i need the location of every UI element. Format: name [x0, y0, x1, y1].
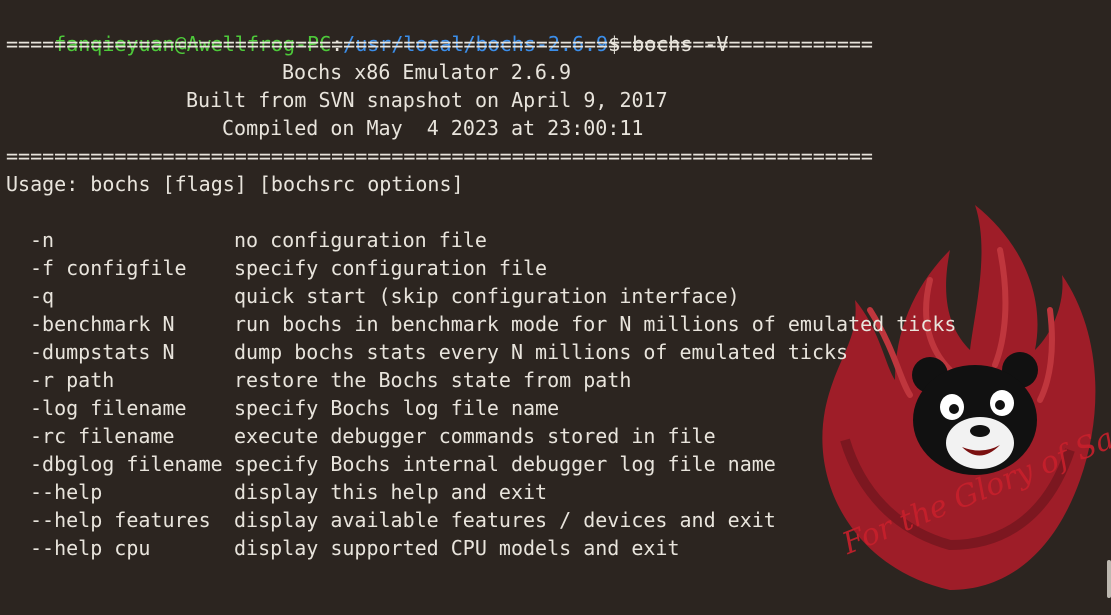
banner-title: Bochs x86 Emulator 2.6.9: [282, 60, 571, 84]
option-flag: -q: [30, 284, 55, 308]
option-row: -log filename specify Bochs log file name: [6, 394, 1006, 422]
option-description: display supported CPU models and exit: [234, 536, 680, 560]
option-description: quick start (skip configuration interfac…: [234, 284, 740, 308]
option-flag: -n: [30, 228, 55, 252]
option-row: --help display this help and exit: [6, 478, 1006, 506]
option-description: no configuration file: [234, 228, 487, 252]
banner-rule-top: ========================================…: [6, 32, 873, 56]
option-flag: -r path: [30, 368, 115, 392]
option-row: -rc filename execute debugger commands st…: [6, 422, 1006, 450]
option-flag: -rc filename: [30, 424, 175, 448]
option-description: execute debugger commands stored in file: [234, 424, 716, 448]
usage-line: Usage: bochs [flags] [bochsrc options]: [6, 172, 464, 196]
option-description: restore the Bochs state from path: [234, 368, 632, 392]
shell-prompt-line: fanqieyuan@Awellfrog-PC:/usr/local/bochs…: [6, 2, 728, 56]
option-row: -r path restore the Bochs state from path: [6, 366, 1006, 394]
banner-build: Built from SVN snapshot on April 9, 2017: [186, 88, 668, 112]
option-row: -benchmark N run bochs in benchmark mode …: [6, 310, 1006, 338]
option-row: -q quick start (skip configuration interf…: [6, 282, 1006, 310]
option-flag: -f configfile: [30, 256, 187, 280]
option-flag: --help features: [30, 508, 211, 532]
option-flag: --help cpu: [30, 536, 151, 560]
banner-compiled: Compiled on May 4 2023 at 23:00:11: [222, 116, 644, 140]
option-description: specify Bochs log file name: [234, 396, 560, 420]
scrollbar-thumb[interactable]: [1107, 560, 1111, 598]
banner-rule-bottom: ========================================…: [6, 144, 873, 168]
option-flag: --help: [30, 480, 103, 504]
option-description: specify Bochs internal debugger log file…: [234, 452, 776, 476]
option-description: specify configuration file: [234, 256, 548, 280]
option-flag: -dbglog filename: [30, 452, 223, 476]
option-flag: -benchmark N: [30, 312, 175, 336]
option-description: run bochs in benchmark mode for N millio…: [234, 312, 957, 336]
option-description: display this help and exit: [234, 480, 548, 504]
option-row: -dbglog filename specify Bochs internal d…: [6, 450, 1006, 478]
option-description: dump bochs stats every N millions of emu…: [234, 340, 849, 364]
option-description: display available features / devices and…: [234, 508, 776, 532]
terminal-window[interactable]: fanqieyuan@Awellfrog-PC:/usr/local/bochs…: [0, 0, 1111, 615]
option-row: -n no configuration file: [6, 226, 1006, 254]
option-row: -f configfile specify configuration file: [6, 254, 1006, 282]
option-flag: -log filename: [30, 396, 187, 420]
option-flag: -dumpstats N: [30, 340, 175, 364]
option-row: -dumpstats N dump bochs stats every N mil…: [6, 338, 1006, 366]
